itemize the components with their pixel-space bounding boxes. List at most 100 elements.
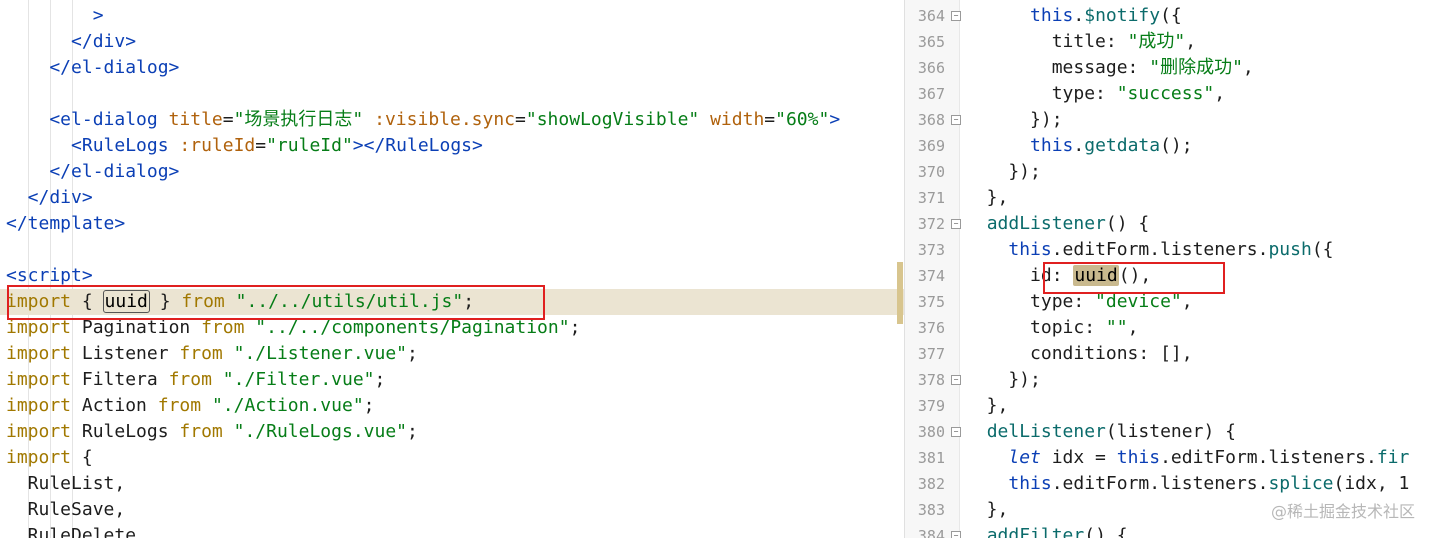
code-text: delListener(listener) { xyxy=(965,419,1236,445)
code-text: }, xyxy=(965,185,1009,211)
code-line[interactable]: </template> xyxy=(0,211,905,237)
code-token: import xyxy=(6,421,72,442)
code-token: "成功" xyxy=(1127,31,1186,52)
fold-toggle-icon[interactable]: − xyxy=(951,427,961,437)
code-line[interactable]: import Listener from "./Listener.vue"; xyxy=(0,341,905,367)
code-token: }, xyxy=(965,187,1009,208)
fold-toggle-icon[interactable]: − xyxy=(951,11,961,21)
code-line[interactable]: RuleSave, xyxy=(0,497,905,523)
code-line[interactable]: 378− }); xyxy=(905,367,1431,393)
code-token: Filtera xyxy=(71,369,169,390)
code-token: </div> xyxy=(6,187,93,208)
code-token: }); xyxy=(965,369,1041,390)
code-text: topic: "", xyxy=(965,315,1138,341)
code-line[interactable]: 384− addFilter() { xyxy=(905,523,1431,538)
code-line[interactable]: 369 this.getdata(); xyxy=(905,133,1431,159)
code-line[interactable] xyxy=(0,81,905,107)
code-token: .editForm.listeners. xyxy=(1160,447,1377,468)
code-token: conditions: [], xyxy=(965,343,1193,364)
code-line[interactable]: 370 }); xyxy=(905,159,1431,185)
code-token: from xyxy=(168,369,212,390)
code-token: () { xyxy=(1084,525,1128,538)
code-token: (idx, 1 xyxy=(1333,473,1410,494)
code-line[interactable]: import RuleLogs from "./RuleLogs.vue"; xyxy=(0,419,905,445)
code-line[interactable]: 364− this.$notify({ xyxy=(905,3,1431,29)
code-line[interactable]: 371 }, xyxy=(905,185,1431,211)
code-token: title xyxy=(168,109,223,130)
code-token: RuleDelete, xyxy=(6,525,147,538)
code-line[interactable]: import Action from "./Action.vue"; xyxy=(0,393,905,419)
code-line[interactable]: RuleDelete, xyxy=(0,523,905,538)
code-token: Action xyxy=(71,395,158,416)
code-line[interactable]: 377 conditions: [], xyxy=(905,341,1431,367)
code-token: width xyxy=(710,109,765,130)
code-line[interactable]: <RuleLogs :ruleId="ruleId"></RuleLogs> xyxy=(0,133,905,159)
code-token: = xyxy=(764,109,776,130)
code-line[interactable]: 382 this.editForm.listeners.splice(idx, … xyxy=(905,471,1431,497)
code-token: <el-dialog xyxy=(6,109,169,130)
watermark: @稀土掘金技术社区 xyxy=(1270,502,1415,521)
code-line[interactable]: import { xyxy=(0,445,905,471)
code-token: "./Action.vue" xyxy=(211,395,364,416)
scrollbar-marker[interactable] xyxy=(897,262,903,324)
code-token: type: xyxy=(965,83,1117,104)
code-line[interactable]: 367 type: "success", xyxy=(905,81,1431,107)
code-token: $notify xyxy=(1084,5,1161,26)
code-line[interactable]: 368− }); xyxy=(905,107,1431,133)
code-line[interactable]: <el-dialog title="场景执行日志" :visible.sync=… xyxy=(0,107,905,133)
code-line[interactable]: 373 this.editForm.listeners.push({ xyxy=(905,237,1431,263)
fold-toggle-icon[interactable]: − xyxy=(951,531,961,538)
code-line[interactable]: 381 let idx = this.editForm.listeners.fi… xyxy=(905,445,1431,471)
code-line[interactable]: 366 message: "删除成功", xyxy=(905,55,1431,81)
left-code-lines[interactable]: > </div> </el-dialog> <el-dialog title = "… xyxy=(0,3,905,538)
code-line[interactable]: 372− addListener() { xyxy=(905,211,1431,237)
code-text: > xyxy=(6,3,104,29)
code-token: import xyxy=(6,447,72,468)
code-token: from xyxy=(179,421,223,442)
code-token: <RuleLogs xyxy=(6,135,180,156)
code-line[interactable]: import Filtera from "./Filter.vue"; xyxy=(0,367,905,393)
code-text: title: "成功", xyxy=(965,29,1196,55)
code-line[interactable]: 379 }, xyxy=(905,393,1431,419)
code-line[interactable]: </el-dialog> xyxy=(0,55,905,81)
line-number: 372 xyxy=(917,215,945,233)
code-line[interactable]: </el-dialog> xyxy=(0,159,905,185)
code-text: }, xyxy=(965,497,1009,523)
code-token: Listener xyxy=(71,343,180,364)
code-token: </el-dialog> xyxy=(6,161,180,182)
line-number: 378 xyxy=(917,371,945,389)
code-line[interactable]: </div> xyxy=(0,29,905,55)
code-token: ; xyxy=(407,343,418,364)
fold-toggle-icon[interactable]: − xyxy=(951,219,961,229)
code-token: this xyxy=(1030,135,1074,156)
code-token: RuleSave, xyxy=(6,499,126,520)
code-line[interactable]: </div> xyxy=(0,185,905,211)
code-text: RuleSave, xyxy=(6,497,126,523)
code-line[interactable]: RuleList, xyxy=(0,471,905,497)
code-line[interactable] xyxy=(0,237,905,263)
code-token: , xyxy=(1181,291,1193,312)
code-line[interactable]: 365 title: "成功", xyxy=(905,29,1431,55)
left-editor-pane[interactable]: > </div> </el-dialog> <el-dialog title = "… xyxy=(0,0,905,538)
right-editor-pane[interactable]: 364− this.$notify({365 title: "成功", 366 m… xyxy=(905,0,1431,538)
highlight-box-import-uuid xyxy=(7,285,545,320)
code-token: import xyxy=(6,317,72,338)
line-number: 373 xyxy=(917,241,945,259)
fold-toggle-icon[interactable]: − xyxy=(951,375,961,385)
code-token: ; xyxy=(363,395,375,416)
code-line[interactable]: 380− delListener(listener) { xyxy=(905,419,1431,445)
code-token: , xyxy=(1185,31,1197,52)
code-token: import xyxy=(6,369,72,390)
code-line[interactable]: 376 topic: "", xyxy=(905,315,1431,341)
code-token: ({ xyxy=(1160,5,1182,26)
fold-toggle-icon[interactable]: − xyxy=(951,115,961,125)
code-token: fir xyxy=(1376,447,1410,468)
code-line[interactable]: > xyxy=(0,3,905,29)
